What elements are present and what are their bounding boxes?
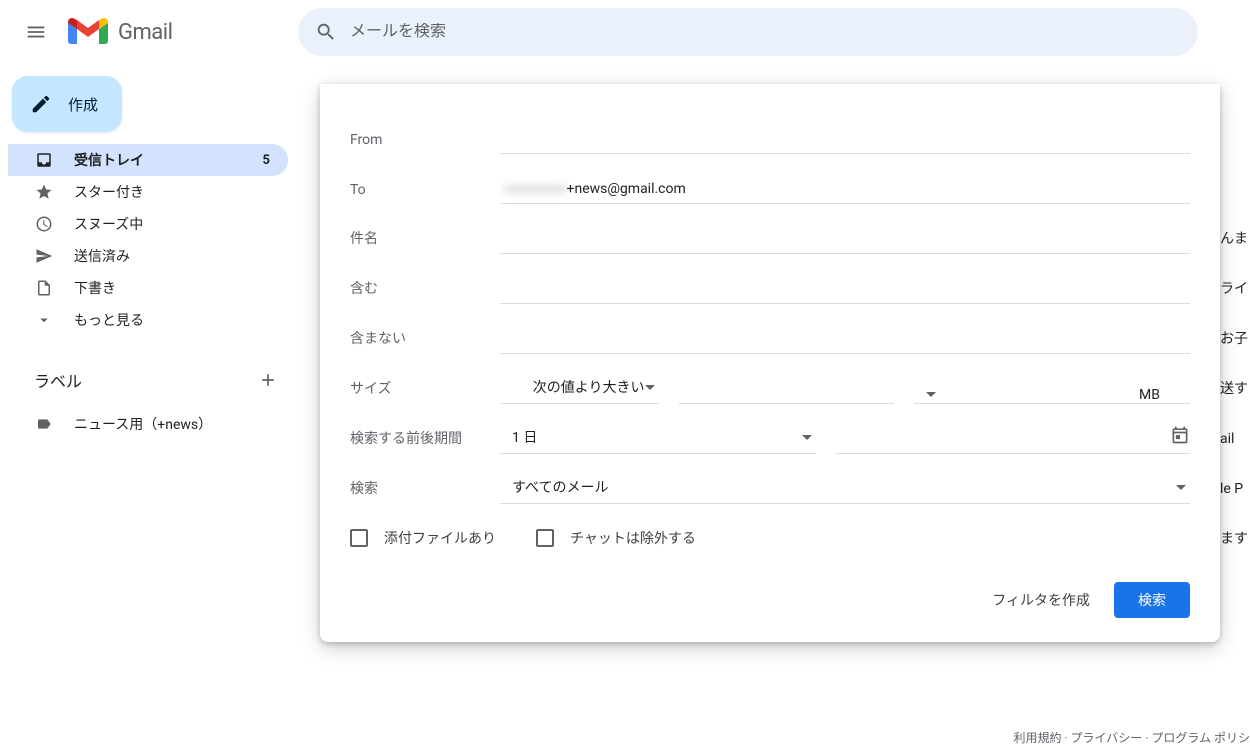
exclude-chats-checkbox[interactable]: チャットは除外する bbox=[536, 528, 696, 548]
date-range-label: 検索する前後期間 bbox=[350, 428, 480, 454]
footer-links-fragment: 利用規約 · プライバシー · プログラム ポリシ bbox=[1013, 729, 1250, 746]
date-input[interactable] bbox=[836, 425, 1190, 454]
to-input[interactable]: xxxxxxxxx+news@gmail.com bbox=[500, 177, 1190, 204]
dropdown-arrow-icon bbox=[645, 385, 655, 390]
includes-input[interactable] bbox=[500, 277, 1190, 304]
star-icon bbox=[34, 182, 54, 202]
clock-icon bbox=[34, 214, 54, 234]
bg-fragment: ます bbox=[1220, 514, 1250, 564]
gmail-m-icon bbox=[68, 17, 108, 47]
dropdown-arrow-icon bbox=[802, 435, 812, 440]
pencil-icon bbox=[30, 93, 52, 115]
search-bar[interactable] bbox=[298, 8, 1198, 56]
to-visible-suffix: +news@gmail.com bbox=[567, 181, 686, 197]
hamburger-icon bbox=[25, 21, 47, 43]
nav-label: 受信トレイ bbox=[74, 150, 243, 170]
size-value-input[interactable] bbox=[679, 377, 894, 404]
labels-title: ラベル bbox=[34, 368, 82, 392]
main-menu-button[interactable] bbox=[12, 8, 60, 56]
has-attachment-label: 添付ファイルあり bbox=[384, 528, 496, 548]
nav-label: スヌーズ中 bbox=[74, 214, 276, 234]
search-submit-button[interactable]: 検索 bbox=[1114, 582, 1190, 618]
dropdown-arrow-icon bbox=[926, 392, 936, 397]
sidebar-item-more[interactable]: もっと見る bbox=[8, 304, 288, 336]
dropdown-arrow-icon bbox=[1176, 485, 1186, 490]
date-range-value: 1 日 bbox=[512, 427, 537, 447]
sidebar-item-drafts[interactable]: 下書き bbox=[8, 272, 288, 304]
size-label: サイズ bbox=[350, 378, 480, 404]
to-redacted-prefix: xxxxxxxxx bbox=[504, 181, 567, 197]
sidebar-item-sent[interactable]: 送信済み bbox=[8, 240, 288, 272]
search-in-label: 検索 bbox=[350, 478, 480, 504]
search-button[interactable] bbox=[306, 12, 346, 52]
sidebar-item-inbox[interactable]: 受信トレイ 5 bbox=[8, 144, 288, 176]
compose-label: 作成 bbox=[68, 94, 98, 115]
search-icon bbox=[315, 21, 337, 43]
to-label: To bbox=[350, 182, 480, 204]
from-input[interactable] bbox=[500, 127, 1190, 154]
send-icon bbox=[34, 246, 54, 266]
label-name: ニュース用（+news） bbox=[74, 414, 212, 434]
includes-label: 含む bbox=[350, 278, 480, 304]
nav-label: 下書き bbox=[74, 278, 276, 298]
date-range-select[interactable]: 1 日 bbox=[500, 423, 816, 454]
label-icon bbox=[34, 414, 54, 434]
product-name: Gmail bbox=[118, 20, 172, 45]
search-filter-panel: From To xxxxxxxxx+news@gmail.com 件名 含む 含… bbox=[320, 84, 1220, 642]
checkbox-icon bbox=[350, 529, 368, 547]
add-label-button[interactable] bbox=[256, 368, 280, 392]
size-unit-value: MB bbox=[1139, 387, 1160, 403]
sidebar-item-snoozed[interactable]: スヌーズ中 bbox=[8, 208, 288, 240]
plus-icon bbox=[258, 370, 278, 390]
exclude-chats-label: チャットは除外する bbox=[570, 528, 696, 548]
product-logo[interactable]: Gmail bbox=[60, 17, 298, 47]
inbox-icon bbox=[34, 150, 54, 170]
chevron-down-icon bbox=[34, 310, 54, 330]
size-comparison-select[interactable]: 次の値より大きい bbox=[500, 373, 659, 404]
bg-fragment: 送す bbox=[1220, 364, 1250, 414]
nav-label: 送信済み bbox=[74, 246, 276, 266]
bg-fragment: お子 bbox=[1220, 314, 1250, 364]
nav-label: スター付き bbox=[74, 182, 276, 202]
bg-fragment: んま bbox=[1220, 214, 1250, 264]
subject-input[interactable] bbox=[500, 227, 1190, 254]
create-filter-button[interactable]: フィルタを作成 bbox=[992, 590, 1090, 610]
inbox-count: 5 bbox=[263, 153, 276, 168]
search-in-value: すべてのメール bbox=[512, 477, 608, 497]
nav-label: もっと見る bbox=[74, 310, 276, 330]
search-input[interactable] bbox=[346, 23, 1190, 41]
calendar-icon bbox=[1170, 425, 1190, 445]
labels-section-header: ラベル bbox=[8, 360, 300, 400]
sidebar-item-starred[interactable]: スター付き bbox=[8, 176, 288, 208]
excludes-input[interactable] bbox=[500, 327, 1190, 354]
compose-button[interactable]: 作成 bbox=[12, 76, 122, 132]
size-comparison-value: 次の値より大きい bbox=[533, 377, 645, 397]
calendar-button[interactable] bbox=[1170, 425, 1190, 449]
bg-fragment: le P bbox=[1220, 464, 1250, 514]
excludes-label: 含まない bbox=[350, 328, 480, 354]
search-in-select[interactable]: すべてのメール bbox=[500, 473, 1190, 504]
bg-fragment: ail bbox=[1220, 414, 1250, 464]
has-attachment-checkbox[interactable]: 添付ファイルあり bbox=[350, 528, 496, 548]
label-item-news[interactable]: ニュース用（+news） bbox=[8, 408, 300, 440]
from-label: From bbox=[350, 132, 480, 154]
bg-fragment: ライン bbox=[1220, 264, 1250, 314]
subject-label: 件名 bbox=[350, 228, 480, 254]
size-unit-select[interactable]: MB bbox=[914, 388, 1190, 404]
checkbox-icon bbox=[536, 529, 554, 547]
file-icon bbox=[34, 278, 54, 298]
